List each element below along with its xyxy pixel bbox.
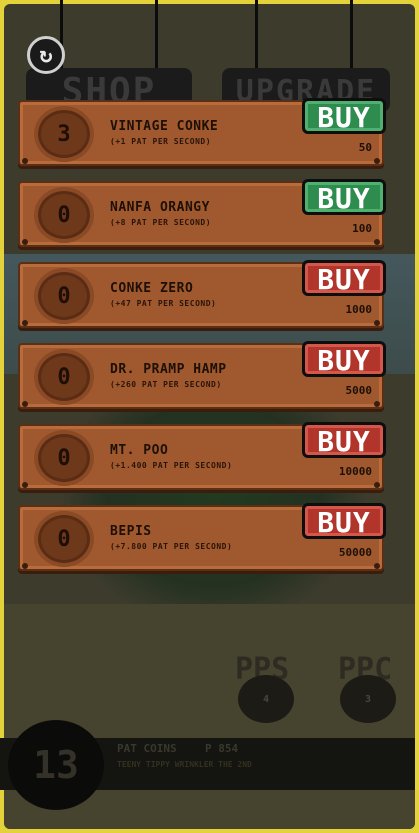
shop-item: 0 NANFA ORANGY (+8 PAT PER SECOND) 100 B… — [18, 179, 386, 247]
buy-button[interactable]: BUY — [302, 422, 386, 458]
item-price: 100 — [352, 222, 372, 235]
buy-button[interactable]: BUY — [302, 179, 386, 215]
item-price: 10000 — [338, 465, 372, 478]
rivet — [22, 563, 28, 569]
coins-value: P 854 — [205, 742, 239, 755]
shop-item: 3 VINTAGE CONKE (+1 PAT PER SECOND) 50 B… — [18, 98, 386, 166]
shop-item: 0 CONKE ZERO (+47 PAT PER SECOND) 1000 B… — [18, 260, 386, 328]
coins-label: PAT COINS — [117, 742, 177, 755]
rivet — [22, 482, 28, 488]
item-price: 5000 — [345, 384, 373, 397]
item-rate: (+1.400 PAT PER SECOND) — [110, 461, 233, 470]
item-rate: (+260 PAT PER SECOND) — [110, 380, 222, 389]
rivet — [374, 401, 380, 407]
buy-button[interactable]: BUY — [302, 98, 386, 134]
dog-name: TEENY TIPPY WRINKLER THE 2ND — [117, 760, 252, 769]
refresh-icon[interactable]: ↻ — [27, 36, 65, 74]
item-rate: (+47 PAT PER SECOND) — [110, 299, 217, 308]
item-price: 1000 — [345, 303, 373, 316]
item-count: 0 — [34, 268, 94, 324]
buy-button[interactable]: BUY — [302, 260, 386, 296]
rivet — [22, 401, 28, 407]
rivet — [374, 320, 380, 326]
pps-value: 4 — [238, 675, 294, 723]
item-rate: (+8 PAT PER SECOND) — [110, 218, 212, 227]
rivet — [374, 239, 380, 245]
item-price: 50000 — [338, 546, 372, 559]
rivet — [374, 158, 380, 164]
shop-item: 0 DR. PRAMP HAMP (+260 PAT PER SECOND) 5… — [18, 341, 386, 409]
item-name: NANFA ORANGY — [110, 200, 210, 215]
buy-button[interactable]: BUY — [302, 341, 386, 377]
item-count: 0 — [34, 349, 94, 405]
level-badge: 13 — [8, 720, 104, 810]
item-count: 0 — [34, 511, 94, 567]
item-count: 0 — [34, 430, 94, 486]
item-name: VINTAGE CONKE — [110, 119, 219, 134]
item-count: 3 — [34, 106, 94, 162]
item-price: 50 — [358, 141, 372, 154]
buy-button[interactable]: BUY — [302, 503, 386, 539]
item-count: 0 — [34, 187, 94, 243]
rivet — [22, 320, 28, 326]
item-rate: (+1 PAT PER SECOND) — [110, 137, 212, 146]
rivet — [22, 239, 28, 245]
rivet — [374, 482, 380, 488]
shop-item: 0 MT. POO (+1.400 PAT PER SECOND) 10000 … — [18, 422, 386, 490]
item-name: CONKE ZERO — [110, 281, 194, 296]
item-name: MT. POO — [110, 443, 169, 458]
item-name: BEPIS — [110, 524, 152, 539]
item-rate: (+7.800 PAT PER SECOND) — [110, 542, 233, 551]
ppc-value: 3 — [340, 675, 396, 723]
rivet — [374, 563, 380, 569]
rivet — [22, 158, 28, 164]
shop-item: 0 BEPIS (+7.800 PAT PER SECOND) 50000 BU… — [18, 503, 386, 571]
item-name: DR. PRAMP HAMP — [110, 362, 227, 377]
